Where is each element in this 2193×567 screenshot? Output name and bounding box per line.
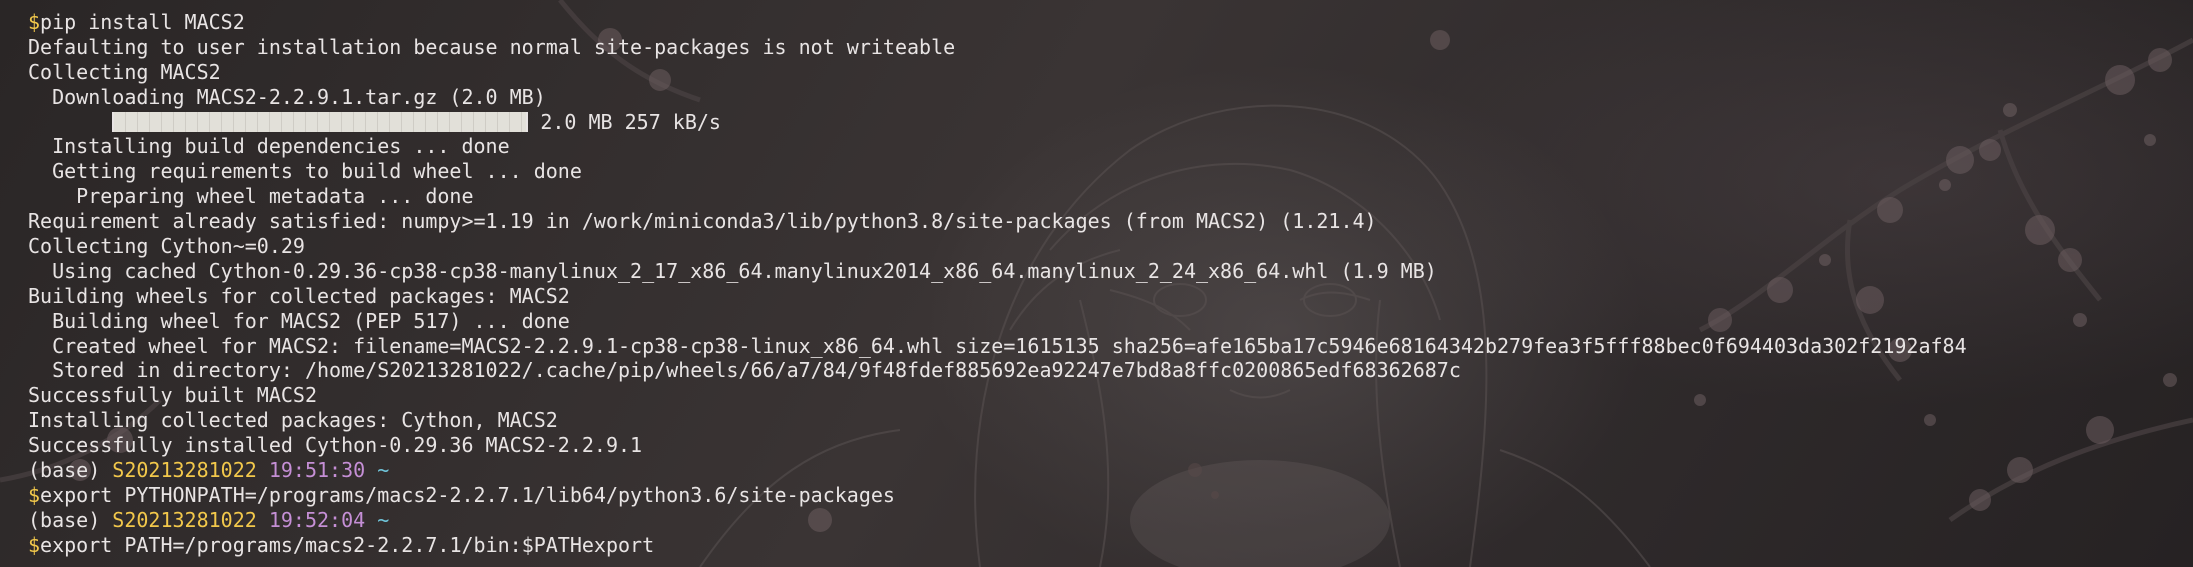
- output-text: Successfully built MACS2: [28, 383, 317, 408]
- terminal-line: Defaulting to user installation because …: [28, 35, 2193, 60]
- progress-bar-fill: [114, 111, 527, 132]
- output-text: Successfully installed Cython-0.29.36 MA…: [28, 433, 643, 458]
- output-text: Downloading MACS2-2.2.9.1.tar.gz (2.0 MB…: [28, 84, 546, 109]
- terminal-line: Installing collected packages: Cython, M…: [28, 408, 2193, 433]
- output-text: Created wheel for MACS2: filename=MACS2-…: [28, 333, 1967, 358]
- prompt-dollar: $: [28, 482, 41, 507]
- download-progress-bar: [112, 111, 529, 132]
- prompt-user: S20213281022: [112, 507, 257, 532]
- terminal-line: Successfully built MACS2: [28, 383, 2193, 408]
- terminal-line: Collecting Cython~=0.29: [28, 234, 2193, 259]
- output-text: Getting requirements to build wheel ... …: [28, 159, 582, 184]
- command-text: export PATH=/programs/macs2-2.2.7.1/bin:…: [40, 532, 655, 557]
- shell-prompt: (base) S20213281022 19:51:30 ~: [28, 458, 2193, 483]
- output-text: Installing build dependencies ... done: [28, 134, 510, 159]
- terminal-line: Preparing wheel metadata ... done: [28, 184, 2193, 209]
- terminal-line: Created wheel for MACS2: filename=MACS2-…: [28, 334, 2193, 359]
- terminal-line: $export PYTHONPATH=/programs/macs2-2.2.7…: [28, 483, 2193, 508]
- output-text: Stored in directory: /home/S20213281022/…: [28, 358, 1461, 383]
- progress-indent: [28, 110, 112, 134]
- terminal-line: $export PATH=/programs/macs2-2.2.7.1/bin…: [28, 533, 2193, 558]
- terminal-line: Successfully installed Cython-0.29.36 MA…: [28, 433, 2193, 458]
- terminal-line: Downloading MACS2-2.2.9.1.tar.gz (2.0 MB…: [28, 85, 2193, 110]
- terminal-line: Stored in directory: /home/S20213281022/…: [28, 358, 2193, 383]
- download-progress-line: 2.0 MB 257 kB/s: [28, 110, 2193, 135]
- terminal-line: Building wheel for MACS2 (PEP 517) ... d…: [28, 309, 2193, 334]
- terminal-line: Requirement already satisfied: numpy>=1.…: [28, 209, 2193, 234]
- progress-stats: 2.0 MB 257 kB/s: [528, 109, 721, 134]
- prompt-env: (base): [28, 507, 113, 532]
- prompt-env: (base): [28, 458, 113, 483]
- terminal-line: Installing build dependencies ... done: [28, 134, 2193, 159]
- terminal-line: Getting requirements to build wheel ... …: [28, 159, 2193, 184]
- output-text: Requirement already satisfied: numpy>=1.…: [28, 209, 1377, 234]
- terminal-line: $pip install MACS2: [28, 10, 2193, 35]
- prompt-time: 19:52:04: [268, 507, 366, 532]
- command-text: export PYTHONPATH=/programs/macs2-2.2.7.…: [40, 482, 895, 507]
- terminal-line: Collecting MACS2: [28, 60, 2193, 85]
- output-text: Collecting Cython~=0.29: [28, 234, 305, 259]
- prompt-dir: ~: [377, 458, 390, 483]
- command-text: pip install MACS2: [40, 10, 245, 34]
- output-text: Using cached Cython-0.29.36-cp38-cp38-ma…: [28, 258, 1437, 283]
- prompt-time: 19:51:30: [268, 458, 366, 483]
- terminal-line: Using cached Cython-0.29.36-cp38-cp38-ma…: [28, 259, 2193, 284]
- output-text: Building wheels for collected packages: …: [28, 283, 570, 308]
- terminal-output[interactable]: $pip install MACS2 Defaulting to user in…: [28, 10, 2193, 558]
- prompt-dir: ~: [377, 507, 390, 532]
- output-text: Preparing wheel metadata ... done: [28, 184, 474, 209]
- terminal-window[interactable]: $pip install MACS2 Defaulting to user in…: [0, 0, 2193, 567]
- prompt-user: S20213281022: [112, 458, 257, 483]
- shell-prompt: (base) S20213281022 19:52:04 ~: [28, 508, 2193, 533]
- prompt-dollar: $: [28, 10, 41, 34]
- output-text: Collecting MACS2: [28, 59, 221, 84]
- prompt-dollar: $: [28, 532, 41, 557]
- output-text: Defaulting to user installation because …: [28, 34, 956, 59]
- output-text: Building wheel for MACS2 (PEP 517) ... d…: [28, 308, 570, 333]
- terminal-line: Building wheels for collected packages: …: [28, 284, 2193, 309]
- output-text: Installing collected packages: Cython, M…: [28, 408, 558, 433]
